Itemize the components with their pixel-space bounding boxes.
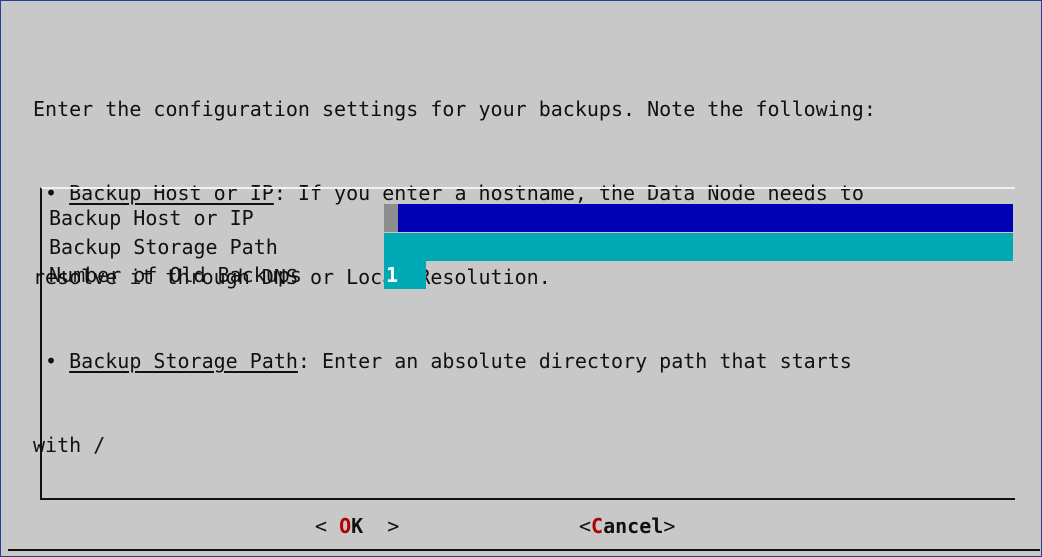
ok-hotkey: O [339,514,352,538]
number-of-old-backups-input[interactable]: 1 [384,261,426,289]
text-cursor [384,204,398,232]
cancel-left-bracket: < [579,514,592,538]
ok-button[interactable]: < OK > [315,512,399,540]
cancel-label-rest: ancel [603,514,664,538]
ok-right-bracket: > [363,514,400,538]
cancel-hotkey: C [591,514,604,538]
dialog-bottom-border [8,549,1040,551]
number-of-old-backups-label: Number of Old Backups [49,263,302,287]
instruction-line-1: Enter the configuration settings for you… [33,97,876,121]
backup-host-label: Backup Host or IP [49,206,254,230]
backup-storage-path-input[interactable] [384,233,1013,261]
backup-host-input[interactable] [384,204,1013,232]
cancel-button[interactable]: <Cancel> [579,512,675,540]
cancel-right-bracket: > [663,514,676,538]
backup-storage-path-label: Backup Storage Path [49,235,278,259]
ok-left-bracket: < [315,514,340,538]
ok-label-rest: K [351,514,364,538]
